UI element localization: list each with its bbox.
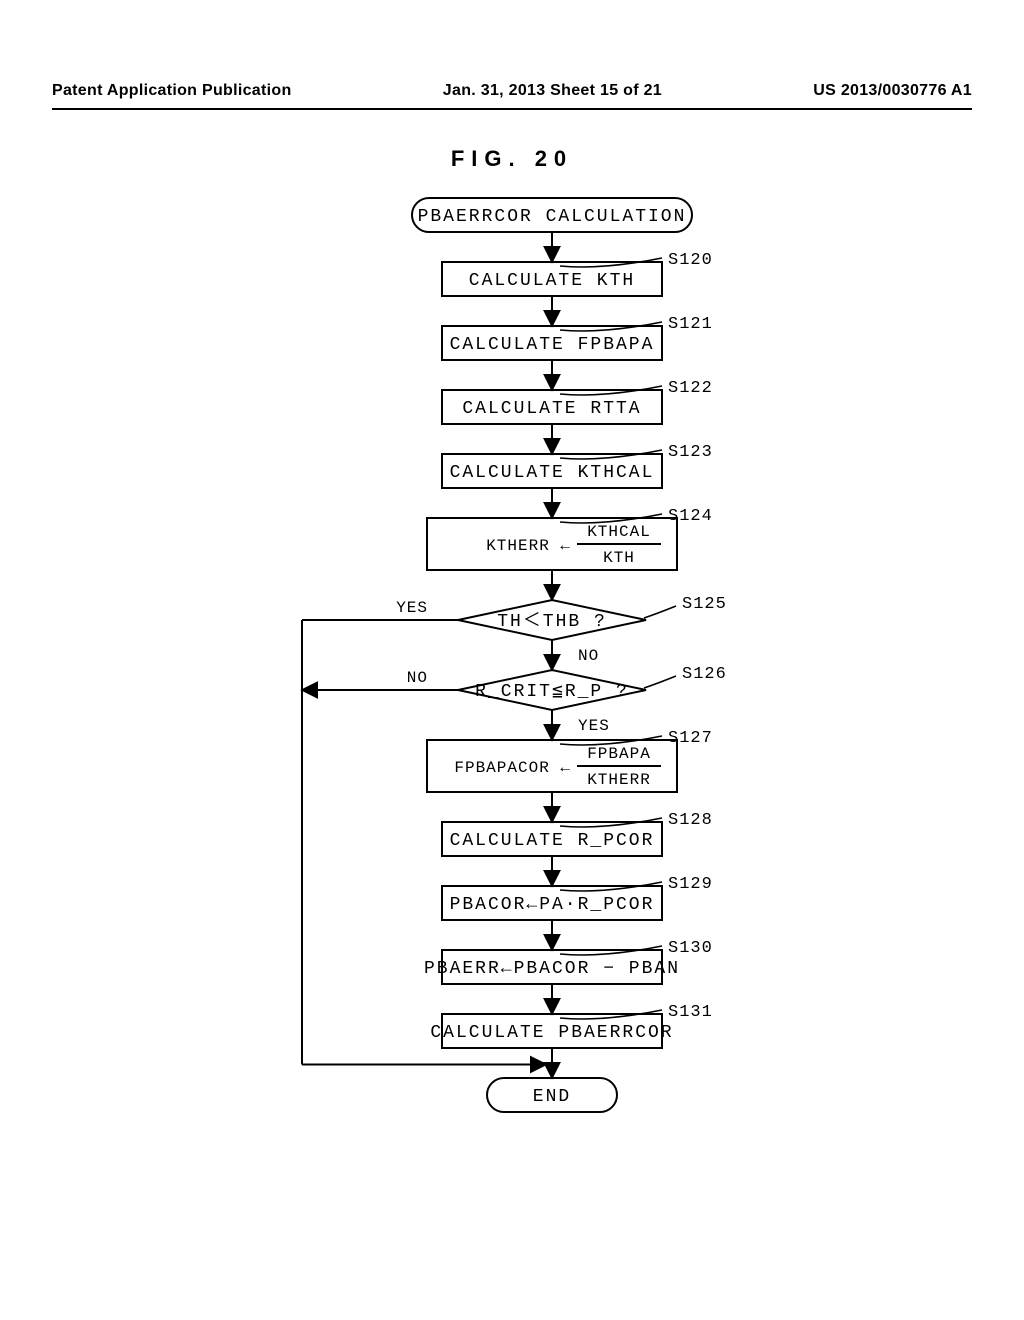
step-s120: S120 xyxy=(668,251,713,270)
s125-yes-label: YES xyxy=(396,599,428,617)
step-s121: S121 xyxy=(668,315,713,334)
node-s121-label: CALCULATE FPBAPA xyxy=(450,335,655,355)
node-s131-label: CALCULATE PBAERRCOR xyxy=(430,1023,673,1043)
node-s122-label: CALCULATE RTTA xyxy=(462,399,641,419)
step-s122: S122 xyxy=(668,379,713,398)
node-s126-label: R_CRIT≦R_P ? xyxy=(475,682,629,702)
node-s120-label: CALCULATE KTH xyxy=(469,271,635,291)
s125-no-label: NO xyxy=(578,647,599,665)
figure-label: FIG. 20 xyxy=(52,146,972,172)
node-s127-den: KTHERR xyxy=(587,771,651,789)
node-s128-label: CALCULATE R_PCOR xyxy=(450,831,655,851)
step-s125: S125 xyxy=(682,595,727,614)
step-s123: S123 xyxy=(668,443,713,462)
header-center: Jan. 31, 2013 Sheet 15 of 21 xyxy=(443,82,662,100)
flowchart: PBAERRCOR CALCULATION CALCULATE KTH S120 CA… xyxy=(52,178,972,1320)
step-s128: S128 xyxy=(668,811,713,830)
step-s127: S127 xyxy=(668,729,713,748)
step-s124: S124 xyxy=(668,507,713,526)
node-s129-label: PBACOR←PA·R_PCOR xyxy=(450,895,655,915)
step-s129: S129 xyxy=(668,875,713,894)
node-s125-label: TH＜THB ? xyxy=(497,612,607,632)
node-start-label: PBAERRCOR CALCULATION xyxy=(418,207,687,227)
s126-yes-label: YES xyxy=(578,717,610,735)
node-end-label: END xyxy=(533,1087,571,1107)
step-s131: S131 xyxy=(668,1003,713,1022)
header-right: US 2013/0030776 A1 xyxy=(813,82,972,100)
node-s123-label: CALCULATE KTHCAL xyxy=(450,463,655,483)
step-s130: S130 xyxy=(668,939,713,958)
step-s126: S126 xyxy=(682,665,727,684)
page-header: Patent Application Publication Jan. 31, … xyxy=(52,82,972,100)
header-left: Patent Application Publication xyxy=(52,82,292,100)
node-s127-num: FPBAPA xyxy=(587,745,651,763)
s126-no-label: NO xyxy=(407,669,428,687)
header-divider xyxy=(52,108,972,110)
node-s127-lhs: FPBAPACOR ← xyxy=(454,759,571,777)
node-s130-label: PBAERR←PBACOR − PBAN xyxy=(424,959,680,979)
node-s124-num: KTHCAL xyxy=(587,523,651,541)
node-s124-den: KTH xyxy=(603,549,635,567)
node-s124-lhs: KTHERR ← xyxy=(486,537,571,555)
